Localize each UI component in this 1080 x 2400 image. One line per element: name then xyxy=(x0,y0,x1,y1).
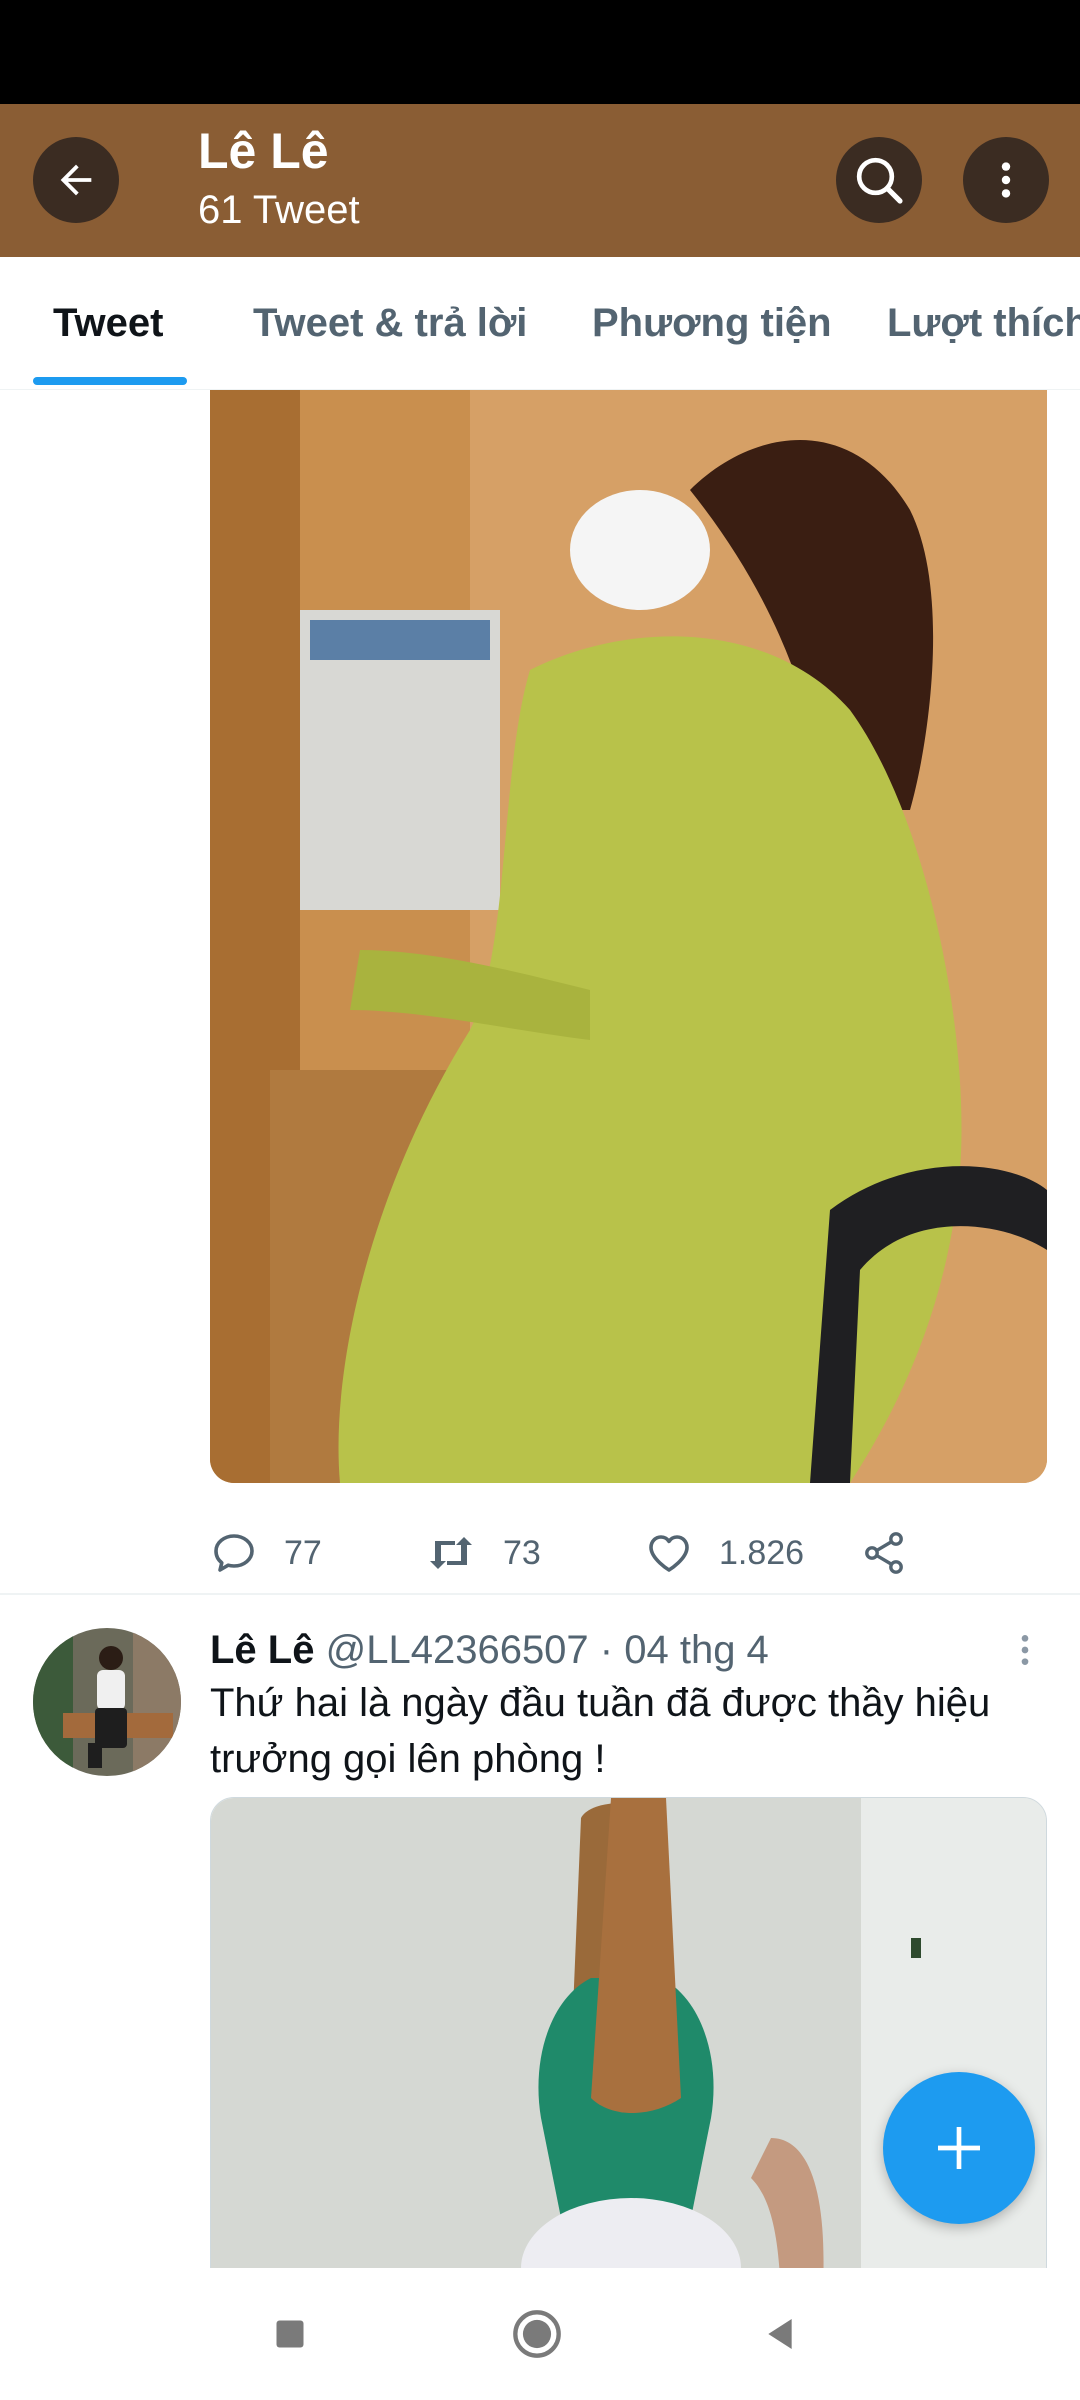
system-nav-bar xyxy=(0,2268,1080,2400)
active-tab-indicator xyxy=(33,377,187,385)
avatar[interactable] xyxy=(33,1628,181,1776)
more-options-button[interactable] xyxy=(963,137,1049,223)
square-icon xyxy=(276,2320,304,2348)
more-vertical-icon xyxy=(1021,1635,1029,1665)
tweet-divider xyxy=(0,1593,1080,1595)
retweet-button[interactable]: 73 xyxy=(425,1513,541,1593)
more-vertical-icon xyxy=(1001,162,1011,198)
home-button[interactable] xyxy=(477,2268,597,2400)
heart-icon xyxy=(649,1535,689,1572)
reply-count: 77 xyxy=(284,1533,322,1572)
search-button[interactable] xyxy=(836,137,922,223)
compose-tweet-button[interactable] xyxy=(883,2072,1035,2224)
arrow-left-icon xyxy=(60,164,92,196)
tab-tweet-and-replies[interactable]: Tweet & trả lời xyxy=(253,257,527,389)
home-circle-icon xyxy=(513,2310,561,2358)
retweet-icon xyxy=(430,1537,472,1569)
tweet-actions: 77 73 1.826 xyxy=(210,1513,1047,1593)
like-button[interactable]: 1.826 xyxy=(645,1513,804,1593)
author-handle-date: @LL42366507 · 04 thg 4 xyxy=(325,1628,769,1672)
reply-button[interactable]: 77 xyxy=(210,1513,322,1593)
back-nav-button[interactable] xyxy=(720,2268,840,2400)
search-icon xyxy=(856,157,903,204)
plus-icon xyxy=(938,2127,980,2169)
tweet-text: Thứ hai là ngày đầu tuần đã được thầy hi… xyxy=(210,1681,991,1781)
profile-name: Lê Lê xyxy=(198,123,329,179)
retweet-count: 73 xyxy=(503,1533,541,1572)
tweet-count: 61 Tweet xyxy=(198,188,360,232)
tweet-header: Lê Lê @LL42366507 · 04 thg 4 xyxy=(210,1622,769,1678)
back-button[interactable] xyxy=(33,137,119,223)
author-name[interactable]: Lê Lê xyxy=(210,1628,314,1672)
back-triangle-icon xyxy=(768,2319,792,2349)
share-button[interactable] xyxy=(860,1513,934,1593)
tab-tweet[interactable]: Tweet xyxy=(53,257,163,389)
tweet-photo[interactable] xyxy=(210,390,1047,1483)
profile-tabs: Tweet Tweet & trả lời Phương tiện Lượt t… xyxy=(0,257,1080,390)
like-count: 1.826 xyxy=(719,1533,805,1572)
tab-likes[interactable]: Lượt thích xyxy=(887,257,1080,389)
profile-header: Lê Lê 61 Tweet xyxy=(0,104,1080,257)
reply-icon xyxy=(214,1534,254,1572)
tweet-more-button[interactable] xyxy=(1010,1622,1040,1678)
share-icon xyxy=(865,1532,903,1574)
status-bar xyxy=(0,0,1080,104)
recent-apps-button[interactable] xyxy=(230,2268,350,2400)
tab-media[interactable]: Phương tiện xyxy=(592,257,832,389)
tweet-feed[interactable]: 77 73 1.826 Lê Lê @LL42366507 · 04 thg 4… xyxy=(0,390,1080,2268)
